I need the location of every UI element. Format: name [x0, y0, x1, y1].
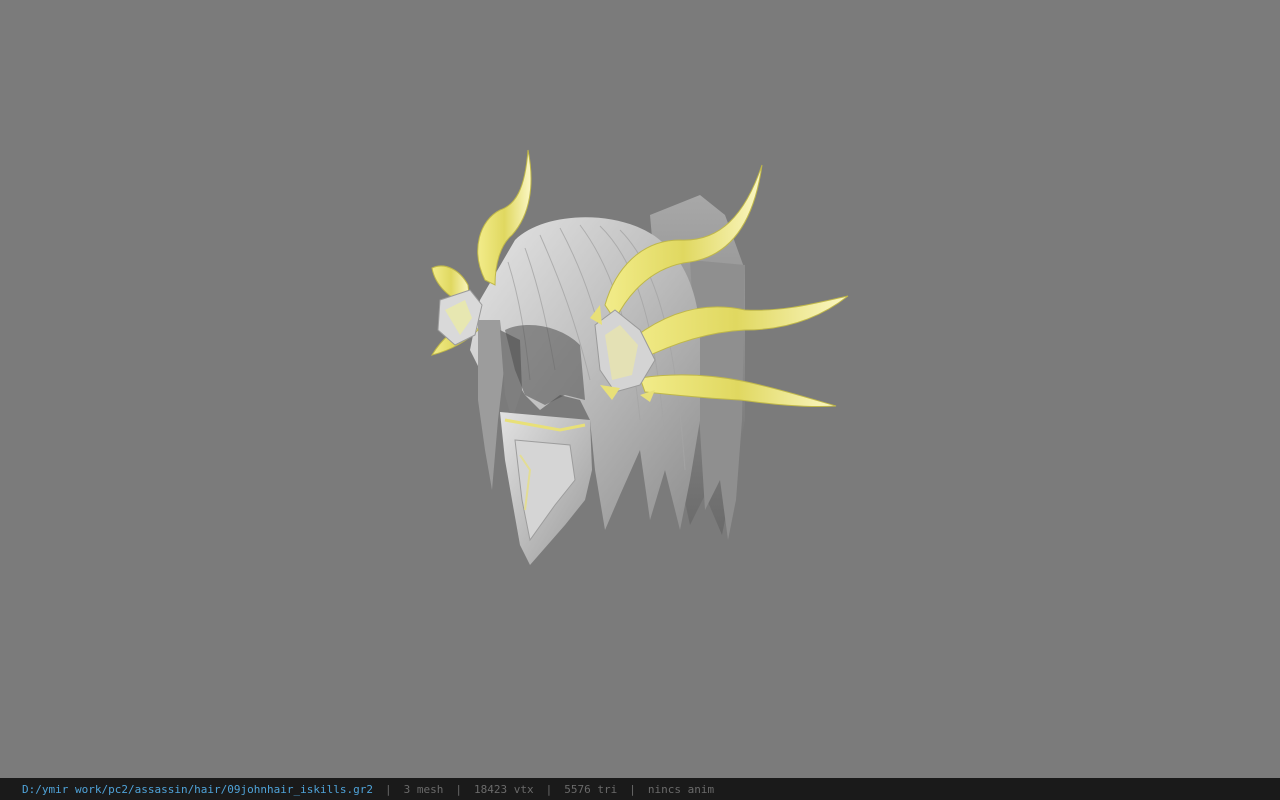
status-bar: D:/ymir work/pc2/assassin/hair/09johnhai… [0, 778, 1280, 800]
separator: | [629, 782, 636, 796]
vertex-count-label: 18423 vtx [474, 782, 534, 796]
separator: | [455, 782, 462, 796]
anim-status-label: nincs anim [647, 782, 715, 796]
file-path-label: D:/ymir work/pc2/assassin/hair/09johnhai… [22, 782, 373, 796]
separator: | [385, 782, 392, 796]
separator: | [545, 782, 553, 796]
mesh-count-label: 3 mesh [403, 782, 444, 796]
mask-piece [500, 412, 592, 565]
model-render[interactable] [0, 0, 1280, 778]
triangle-count-label: 5576 tri [564, 782, 618, 796]
3d-viewport[interactable] [0, 0, 1280, 778]
